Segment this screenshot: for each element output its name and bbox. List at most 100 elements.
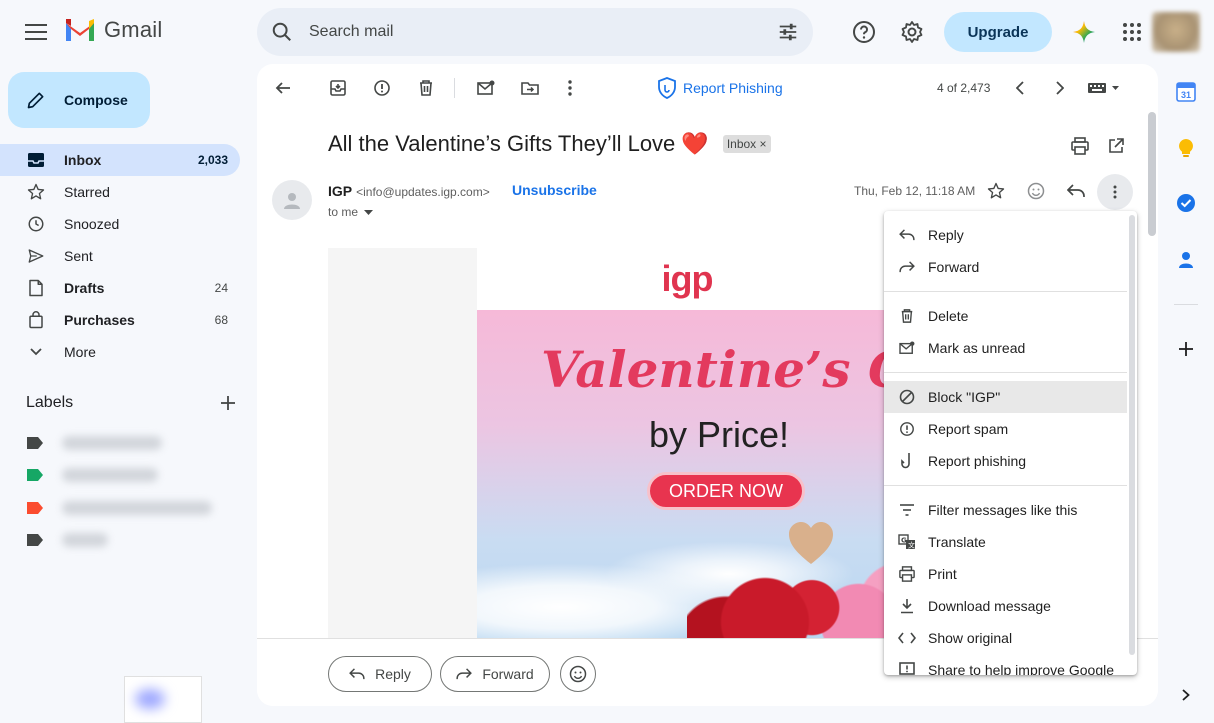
phishing-hook-icon: [898, 452, 916, 470]
archive-button[interactable]: [324, 74, 352, 102]
menu-item-block[interactable]: Block "IGP": [884, 381, 1127, 413]
sender-name: IGP: [328, 183, 353, 199]
menu-item-show-original[interactable]: Show original: [884, 622, 1127, 654]
sidebar-item-inbox[interactable]: Inbox 2,033: [0, 144, 240, 176]
main-menu-button[interactable]: [20, 16, 52, 48]
more-vert-icon: [1113, 185, 1117, 199]
labels-title: Labels: [26, 394, 74, 411]
menu-item-filter[interactable]: Filter messages like this: [884, 494, 1127, 526]
add-reaction-button[interactable]: [1022, 177, 1050, 205]
order-now-button[interactable]: ORDER NOW: [647, 472, 805, 510]
support-button[interactable]: [844, 12, 884, 52]
hamburger-icon: [25, 24, 47, 40]
blurred-thumbnail: [124, 676, 202, 723]
menu-item-label: Delete: [928, 308, 969, 324]
older-button[interactable]: [1046, 74, 1074, 102]
main-scrollbar[interactable]: [1148, 112, 1156, 236]
menu-item-label: Filter messages like this: [928, 502, 1078, 518]
emoji-icon: [569, 665, 587, 683]
banner-subtitle: by Price!: [649, 414, 790, 455]
menu-item-download[interactable]: Download message: [884, 590, 1127, 622]
input-tools-button[interactable]: [1085, 74, 1125, 102]
search-input[interactable]: Search mail: [309, 23, 777, 41]
upgrade-button[interactable]: Upgrade: [944, 12, 1052, 52]
get-addons-button[interactable]: [1172, 335, 1200, 363]
sidebar-item-purchases[interactable]: Purchases 68: [0, 304, 240, 336]
delete-button[interactable]: [412, 74, 440, 102]
label-item[interactable]: [26, 497, 226, 519]
reply-button[interactable]: [1062, 177, 1090, 205]
settings-button[interactable]: [892, 12, 932, 52]
compose-button[interactable]: Compose: [8, 72, 150, 128]
roses-decoration: [687, 550, 897, 638]
sidebar-item-starred[interactable]: Starred: [0, 176, 240, 208]
move-folder-icon: [521, 82, 539, 95]
chip-close-icon[interactable]: ×: [760, 137, 767, 151]
report-spam-button[interactable]: [368, 74, 396, 102]
print-all-button[interactable]: [1066, 132, 1094, 160]
more-actions-button[interactable]: [556, 74, 584, 102]
star-button[interactable]: [982, 177, 1010, 205]
label-item[interactable]: [26, 432, 226, 454]
help-icon: [853, 21, 875, 43]
emoji-reaction-button[interactable]: [560, 656, 596, 692]
open-new-window-button[interactable]: [1102, 132, 1130, 160]
tasks-check-icon: [1177, 194, 1195, 212]
forward-icon: [456, 668, 473, 680]
contacts-app-button[interactable]: [1172, 246, 1200, 274]
mark-unread-icon: [898, 339, 916, 357]
tasks-app-button[interactable]: [1172, 189, 1200, 217]
label-item[interactable]: [26, 529, 226, 551]
menu-item-translate[interactable]: G文 Translate: [884, 526, 1127, 558]
menu-item-report-phishing[interactable]: Report phishing: [884, 445, 1127, 477]
recipients-toggle[interactable]: to me: [328, 205, 374, 219]
message-more-button[interactable]: [1097, 174, 1133, 210]
mark-unread-button[interactable]: [472, 74, 500, 102]
menu-item-mark-unread[interactable]: Mark as unread: [884, 332, 1127, 364]
menu-item-share-feedback[interactable]: Share to help improve Google: [884, 654, 1127, 675]
menu-item-label: Mark as unread: [928, 340, 1026, 356]
gemini-button[interactable]: [1064, 12, 1104, 52]
account-avatar[interactable]: [1152, 12, 1200, 52]
chevron-right-icon: [1056, 81, 1064, 95]
reply-pill-button[interactable]: Reply: [328, 656, 432, 692]
google-apps-button[interactable]: [1112, 12, 1152, 52]
keep-app-button[interactable]: [1172, 134, 1200, 162]
menu-item-print[interactable]: Print: [884, 558, 1127, 590]
label-tag-icon: [27, 469, 43, 481]
gmail-logo[interactable]: Gmail: [64, 17, 162, 43]
sender-email: <info@updates.igp.com>: [356, 185, 490, 199]
menu-item-report-spam[interactable]: Report spam: [884, 413, 1127, 445]
sidebar-item-sent[interactable]: Sent: [0, 240, 240, 272]
sender-avatar[interactable]: [272, 180, 312, 220]
search-bar[interactable]: Search mail: [257, 8, 813, 56]
sidebar-item-snoozed[interactable]: Snoozed: [0, 208, 240, 240]
move-to-button[interactable]: [516, 74, 544, 102]
add-label-icon[interactable]: [220, 395, 236, 411]
inbox-label-chip[interactable]: Inbox ×: [722, 135, 771, 153]
calendar-app-button[interactable]: 31: [1172, 78, 1200, 106]
label-item[interactable]: [26, 464, 226, 486]
label-tag-icon: [27, 502, 43, 514]
menu-item-reply[interactable]: Reply: [884, 219, 1127, 251]
blurred-label-name: [62, 533, 108, 547]
newer-button[interactable]: [1006, 74, 1034, 102]
search-options-icon[interactable]: [777, 21, 799, 43]
person-icon: [284, 193, 300, 209]
expand-side-panel-button[interactable]: [1172, 681, 1200, 709]
promo-banner[interactable]: igp Valentine’s Gift by Price! ORDER NOW: [477, 248, 897, 638]
report-phishing-link[interactable]: Report Phishing: [657, 77, 783, 99]
blurred-label-name: [62, 468, 158, 482]
gear-icon: [901, 21, 923, 43]
forward-pill-button[interactable]: Forward: [440, 656, 550, 692]
menu-item-delete[interactable]: Delete: [884, 300, 1127, 332]
menu-item-label: Reply: [928, 227, 964, 243]
menu-item-forward[interactable]: Forward: [884, 251, 1127, 283]
sidebar-item-more[interactable]: More: [0, 336, 240, 368]
sidebar-nav: Inbox 2,033 Starred Snoozed Sent Drafts …: [0, 144, 240, 368]
sidebar-item-drafts[interactable]: Drafts 24: [0, 272, 240, 304]
back-button[interactable]: [269, 74, 297, 102]
menu-scrollbar[interactable]: [1129, 215, 1135, 655]
sidebar-item-label: Starred: [64, 184, 110, 200]
unsubscribe-link[interactable]: Unsubscribe: [512, 182, 597, 198]
